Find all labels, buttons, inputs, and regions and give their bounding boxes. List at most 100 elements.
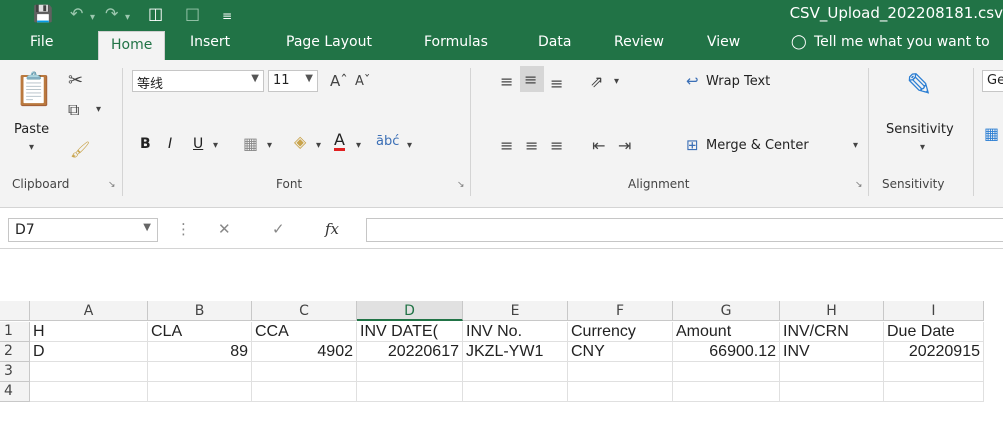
copy-dropdown-icon[interactable]: ▾ bbox=[96, 104, 101, 115]
cell-i2[interactable]: 20220915 bbox=[884, 342, 984, 362]
cell-b4[interactable] bbox=[148, 382, 252, 402]
insert-function-icon[interactable]: fx bbox=[325, 220, 339, 238]
tab-page-layout[interactable]: Page Layout bbox=[286, 34, 372, 50]
enter-icon[interactable]: ✓ bbox=[272, 220, 285, 238]
tab-insert[interactable]: Insert bbox=[190, 34, 230, 50]
redo-dropdown-icon[interactable]: ▾ bbox=[125, 9, 130, 27]
number-format-box[interactable]: Ge bbox=[982, 70, 1003, 92]
cell-f2[interactable]: CNY bbox=[568, 342, 673, 362]
tab-file[interactable]: File bbox=[30, 34, 53, 50]
increase-font-size-icon[interactable]: Aˆ bbox=[330, 72, 348, 90]
cell-d3[interactable] bbox=[357, 362, 463, 382]
save-icon[interactable]: 💾 bbox=[33, 5, 53, 23]
cell-d1[interactable]: INV DATE( bbox=[357, 322, 463, 342]
cell-c2[interactable]: 4902 bbox=[252, 342, 357, 362]
tab-formulas[interactable]: Formulas bbox=[424, 34, 488, 50]
cell-g2[interactable]: 66900.12 bbox=[673, 342, 780, 362]
row-header-2[interactable]: 2 bbox=[0, 342, 30, 362]
align-right-icon[interactable]: ≡ bbox=[550, 136, 563, 155]
cell-d2[interactable]: 20220617 bbox=[357, 342, 463, 362]
cell-h2[interactable]: INV bbox=[780, 342, 884, 362]
column-header-g[interactable]: G bbox=[673, 301, 780, 321]
align-left-icon[interactable]: ≡ bbox=[500, 136, 513, 155]
wrap-text-button[interactable]: Wrap Text bbox=[706, 74, 770, 89]
cell-f1[interactable]: Currency bbox=[568, 322, 673, 342]
paste-dropdown-icon[interactable]: ▾ bbox=[29, 142, 34, 153]
column-header-b[interactable]: B bbox=[148, 301, 252, 321]
font-launcher-icon[interactable]: ↘ bbox=[457, 180, 465, 190]
font-size-box[interactable]: 11 ▼ bbox=[268, 70, 318, 92]
bold-button[interactable]: B bbox=[140, 136, 151, 152]
align-bottom-icon[interactable]: ≡ bbox=[550, 74, 563, 93]
paste-button[interactable]: Paste bbox=[14, 122, 49, 137]
form-icon[interactable]: □ bbox=[185, 5, 200, 23]
cell-b3[interactable] bbox=[148, 362, 252, 382]
cell-c1[interactable]: CCA bbox=[252, 322, 357, 342]
column-header-d[interactable]: D bbox=[357, 301, 463, 321]
row-header-1[interactable]: 1 bbox=[0, 322, 30, 342]
cell-a2[interactable]: D bbox=[30, 342, 148, 362]
column-header-i[interactable]: I bbox=[884, 301, 984, 321]
cell-e1[interactable]: INV No. bbox=[463, 322, 568, 342]
cell-g3[interactable] bbox=[673, 362, 780, 382]
column-header-a[interactable]: A bbox=[30, 301, 148, 321]
cell-f4[interactable] bbox=[568, 382, 673, 402]
clipboard-launcher-icon[interactable]: ↘ bbox=[108, 180, 116, 190]
tab-review[interactable]: Review bbox=[614, 34, 664, 50]
cell-f3[interactable] bbox=[568, 362, 673, 382]
alignment-launcher-icon[interactable]: ↘ bbox=[855, 180, 863, 190]
column-header-c[interactable]: C bbox=[252, 301, 357, 321]
cell-h4[interactable] bbox=[780, 382, 884, 402]
align-center-icon[interactable]: ≡ bbox=[525, 136, 538, 155]
sensitivity-button[interactable]: Sensitivity bbox=[886, 122, 954, 137]
font-name-box[interactable]: 等线 ▼ bbox=[132, 70, 264, 92]
cell-i4[interactable] bbox=[884, 382, 984, 402]
cell-e2[interactable]: JKZL-YW1 bbox=[463, 342, 568, 362]
fill-color-icon[interactable]: ◈ bbox=[294, 132, 306, 151]
cell-g1[interactable]: Amount bbox=[673, 322, 780, 342]
cell-h1[interactable]: INV/CRN bbox=[780, 322, 884, 342]
row-header-3[interactable]: 3 bbox=[0, 362, 30, 382]
font-color-dropdown-icon[interactable]: ▾ bbox=[356, 140, 361, 151]
increase-indent-icon[interactable]: ⇥ bbox=[618, 136, 631, 155]
tab-data[interactable]: Data bbox=[538, 34, 571, 50]
align-middle-icon[interactable]: ≡ bbox=[520, 66, 544, 92]
cancel-icon[interactable]: ✕ bbox=[218, 220, 231, 238]
copy-icon[interactable]: ⧉ bbox=[68, 100, 79, 120]
cell-a3[interactable] bbox=[30, 362, 148, 382]
cut-icon[interactable]: ✂ bbox=[68, 70, 83, 91]
cell-b2[interactable]: 89 bbox=[148, 342, 252, 362]
undo-dropdown-icon[interactable]: ▾ bbox=[90, 9, 95, 27]
merge-dropdown-icon[interactable]: ▾ bbox=[853, 140, 858, 151]
underline-dropdown-icon[interactable]: ▾ bbox=[213, 140, 218, 151]
phonetic-guide-icon[interactable]: ā​bć bbox=[376, 134, 399, 149]
orientation-dropdown-icon[interactable]: ▾ bbox=[614, 76, 619, 87]
cell-c4[interactable] bbox=[252, 382, 357, 402]
column-header-f[interactable]: F bbox=[568, 301, 673, 321]
tab-home[interactable]: Home bbox=[98, 31, 166, 60]
fill-color-dropdown-icon[interactable]: ▾ bbox=[316, 140, 321, 151]
sensitivity-icon[interactable]: ✎ bbox=[906, 66, 933, 104]
merge-center-button[interactable]: Merge & Center bbox=[706, 138, 809, 153]
borders-icon[interactable]: ▦ bbox=[243, 134, 258, 153]
cell-c3[interactable] bbox=[252, 362, 357, 382]
phonetic-dropdown-icon[interactable]: ▾ bbox=[407, 140, 412, 151]
font-color-icon[interactable]: A bbox=[334, 132, 345, 151]
column-header-h[interactable]: H bbox=[780, 301, 884, 321]
decrease-indent-icon[interactable]: ⇤ bbox=[592, 136, 605, 155]
paste-icon[interactable]: 📋 bbox=[14, 70, 54, 108]
print-preview-icon[interactable]: ◫ bbox=[148, 5, 163, 23]
row-header-4[interactable]: 4 bbox=[0, 382, 30, 402]
cell-b1[interactable]: CLA bbox=[148, 322, 252, 342]
redo-icon[interactable]: ↷ bbox=[105, 5, 118, 23]
conditional-format-icon[interactable]: ▦ bbox=[984, 124, 999, 143]
format-painter-icon[interactable]: 🖌 bbox=[70, 140, 90, 159]
cell-g4[interactable] bbox=[673, 382, 780, 402]
orientation-icon[interactable]: ⇗ bbox=[590, 72, 603, 91]
cell-e4[interactable] bbox=[463, 382, 568, 402]
cell-h3[interactable] bbox=[780, 362, 884, 382]
tell-me-search[interactable]: Tell me what you want to bbox=[814, 34, 990, 50]
underline-button[interactable]: U bbox=[193, 136, 203, 152]
italic-button[interactable]: I bbox=[168, 136, 172, 152]
cell-a1[interactable]: H bbox=[30, 322, 148, 342]
